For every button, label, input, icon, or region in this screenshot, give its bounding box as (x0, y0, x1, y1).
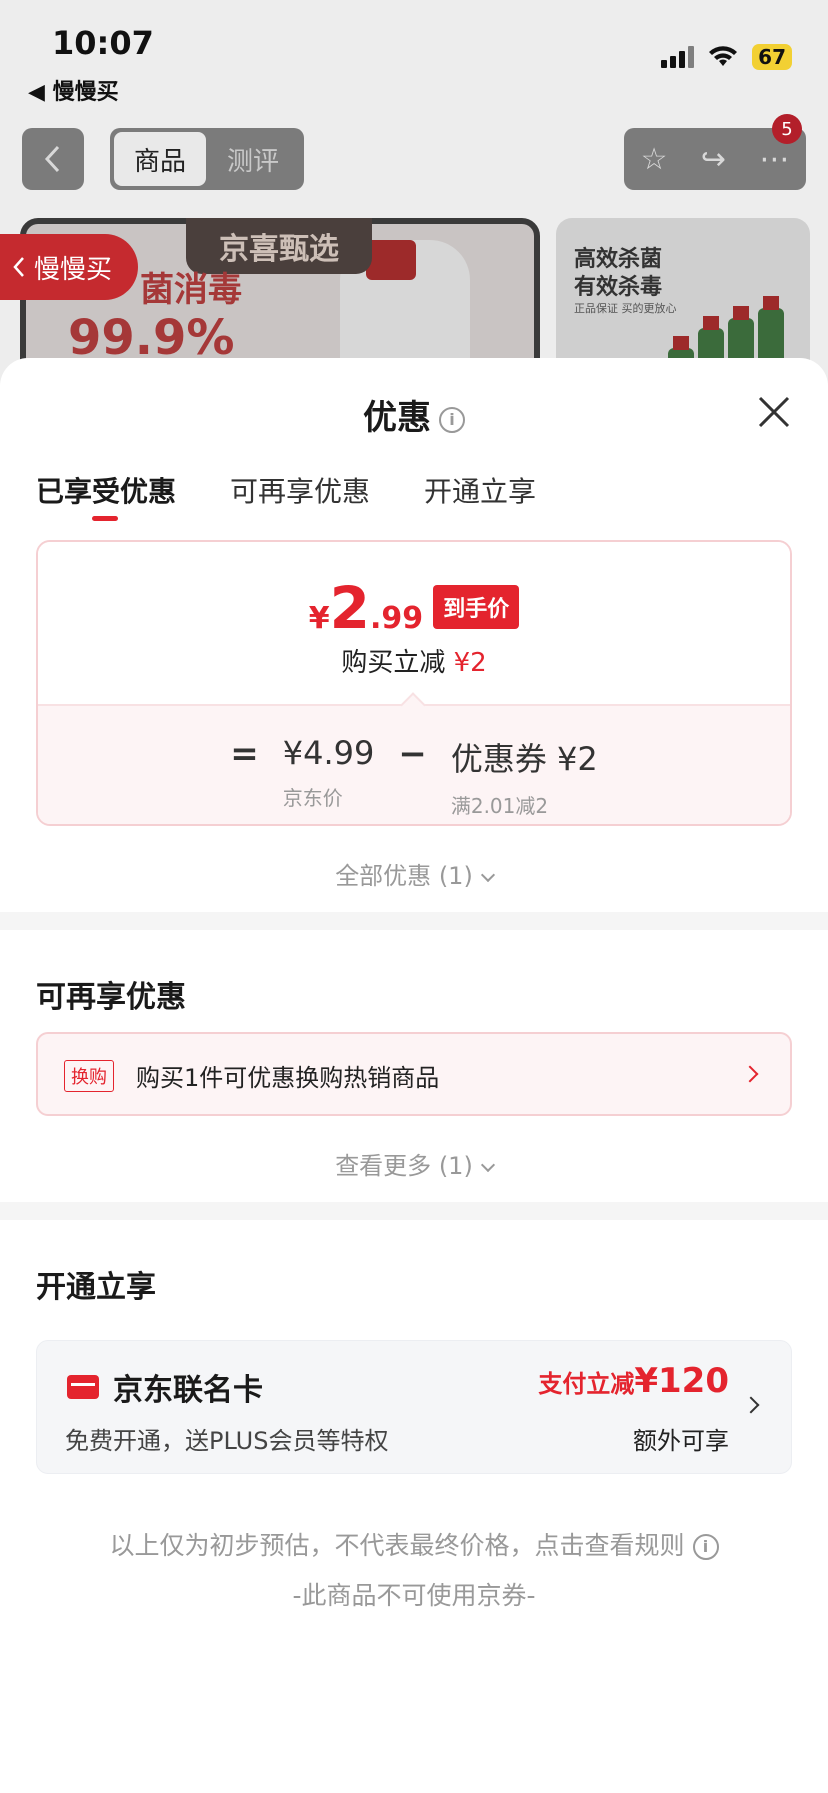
no-coupon-note: -此商品不可使用京券- (292, 1581, 536, 1610)
all-deals-toggle[interactable]: 全部优惠 (1) (0, 856, 828, 891)
see-more-toggle[interactable]: 查看更多 (1) (0, 1146, 828, 1181)
banner-right-sub: 正品保证 买的更放心 (574, 302, 677, 315)
final-price-badge: 到手价 (433, 585, 520, 629)
co-branded-card-offer[interactable]: 京东联名卡 免费开通，送PLUS会员等特权 支付立减¥120 额外可享 (36, 1340, 792, 1474)
swap-purchase-row[interactable]: 换购 购买1件可优惠换购热销商品 (36, 1032, 792, 1116)
signal-icon (661, 46, 695, 68)
status-icons: 67 (661, 44, 792, 70)
more-icon[interactable]: ⋯ (759, 142, 789, 177)
battery-icon: 67 (752, 44, 792, 70)
tab-open-enjoy[interactable]: 开通立享 (424, 470, 536, 510)
price-currency: ¥ (308, 601, 330, 636)
card-name: 京东联名卡 (113, 1373, 263, 1408)
product-tab-switch: 商品 测评 (110, 128, 304, 190)
see-more-label: 查看更多 (1) (335, 1152, 473, 1180)
base-price-col: ¥4.99 京东价 (283, 734, 375, 811)
background-page: 10:07 ◀ 慢慢买 67 商品 测评 ☆ ↪ ⋯ 5 京喜甄选 菌消毒 99… (0, 0, 828, 420)
share-icon[interactable]: ↪ (701, 142, 726, 177)
banner-right-title-1: 高效杀菌 (574, 247, 663, 272)
wifi-icon (709, 46, 738, 66)
sheet-title: 优惠 i (0, 390, 828, 439)
tab-review[interactable]: 测评 (206, 132, 300, 186)
price-decimal: .99 (370, 601, 424, 636)
coupon-amount: 优惠券 ¥2 (450, 740, 598, 778)
manmanmai-float-tag[interactable]: 慢慢买 (0, 234, 138, 300)
product-nav-bar: 商品 测评 ☆ ↪ ⋯ 5 (0, 114, 828, 190)
sheet-title-text: 优惠 (363, 398, 431, 438)
back-to-app-link[interactable]: ◀ 慢慢买 (28, 74, 119, 106)
swap-tag: 换购 (64, 1060, 114, 1092)
price-rule-note[interactable]: 以上仅为初步预估，不代表最终价格，点击查看规则 i (0, 1526, 828, 1562)
banner-text-top: 菌消毒 (140, 270, 242, 310)
back-button[interactable] (22, 128, 84, 190)
card-promo: 支付立减¥120 (538, 1361, 729, 1401)
price-integer: 2 (329, 574, 371, 642)
minus-sign: − (398, 734, 427, 774)
bottle-cap (366, 240, 416, 280)
reduce-value: ¥2 (453, 648, 487, 678)
chevron-right-icon (741, 1065, 759, 1083)
reduce-label: 购买立减 (341, 648, 454, 678)
all-deals-label: 全部优惠 (1) (335, 862, 473, 890)
card-extra: 额外可享 (633, 1427, 729, 1455)
close-icon[interactable] (756, 394, 792, 430)
section-divider (0, 1202, 828, 1220)
price-breakdown-card: ¥ 2 .99 到手价 购买立减 ¥2 = ¥4.99 京东价 − 优惠券 ¥2… (36, 540, 792, 826)
chevron-down-icon (480, 1157, 495, 1173)
tab-product[interactable]: 商品 (114, 132, 206, 186)
float-tag-label: 慢慢买 (34, 254, 113, 285)
reduce-line: 购买立减 ¥2 (38, 642, 790, 679)
chevron-left-icon (13, 257, 24, 277)
message-badge: 5 (772, 114, 802, 144)
tab-enjoyed[interactable]: 已享受优惠 (36, 470, 176, 521)
section-title-more: 可再享优惠 (36, 980, 186, 1015)
card-promo-value: ¥120 (634, 1361, 729, 1401)
coupon-col: 优惠券 ¥2 满2.01减2 (451, 734, 598, 819)
price-rule-text: 以上仅为初步预估，不代表最终价格，点击查看规则 (109, 1531, 685, 1560)
info-icon[interactable]: i (439, 406, 465, 433)
chevron-left-icon (44, 145, 60, 173)
section-title-open: 开通立享 (36, 1270, 156, 1305)
price-calculation: = ¥4.99 京东价 − 优惠券 ¥2 满2.01减2 (38, 704, 790, 824)
credit-card-icon (67, 1375, 99, 1399)
calc-row: = ¥4.99 京东价 − 优惠券 ¥2 满2.01减2 (38, 734, 790, 819)
swap-text: 购买1件可优惠换购热销商品 (136, 1064, 440, 1092)
banner-right-title: 高效杀菌 有效杀毒 (574, 246, 662, 302)
chevron-right-icon (742, 1396, 760, 1414)
final-price: ¥ 2 .99 到手价 (38, 574, 790, 642)
base-price-label: 京东价 (282, 786, 343, 810)
discount-sheet: 优惠 i 已享受优惠 可再享优惠 开通立享 ¥ 2 .99 到手价 购买立减 ¥2… (0, 358, 828, 1793)
info-icon[interactable]: i (692, 1534, 719, 1560)
sheet-tabs: 已享受优惠 可再享优惠 开通立享 (36, 470, 536, 521)
nav-actions: ☆ ↪ ⋯ 5 (624, 114, 806, 190)
star-icon[interactable]: ☆ (641, 142, 668, 177)
banner-right-title-2: 有效杀毒 (574, 275, 663, 300)
base-price: ¥4.99 (282, 734, 375, 772)
equals-sign: = (230, 734, 259, 774)
coupon-rule: 满2.01减2 (450, 794, 549, 818)
chevron-down-icon (480, 867, 495, 883)
status-time: 10:07 (52, 24, 154, 62)
final-price-area: ¥ 2 .99 到手价 购买立减 ¥2 (38, 542, 790, 704)
card-promo-label: 支付立减 (538, 1370, 635, 1398)
status-bar: 10:07 ◀ 慢慢买 67 (0, 0, 828, 110)
card-desc: 免费开通，送PLUS会员等特权 (65, 1427, 389, 1455)
section-divider (0, 912, 828, 930)
tab-more-available[interactable]: 可再享优惠 (230, 470, 370, 510)
